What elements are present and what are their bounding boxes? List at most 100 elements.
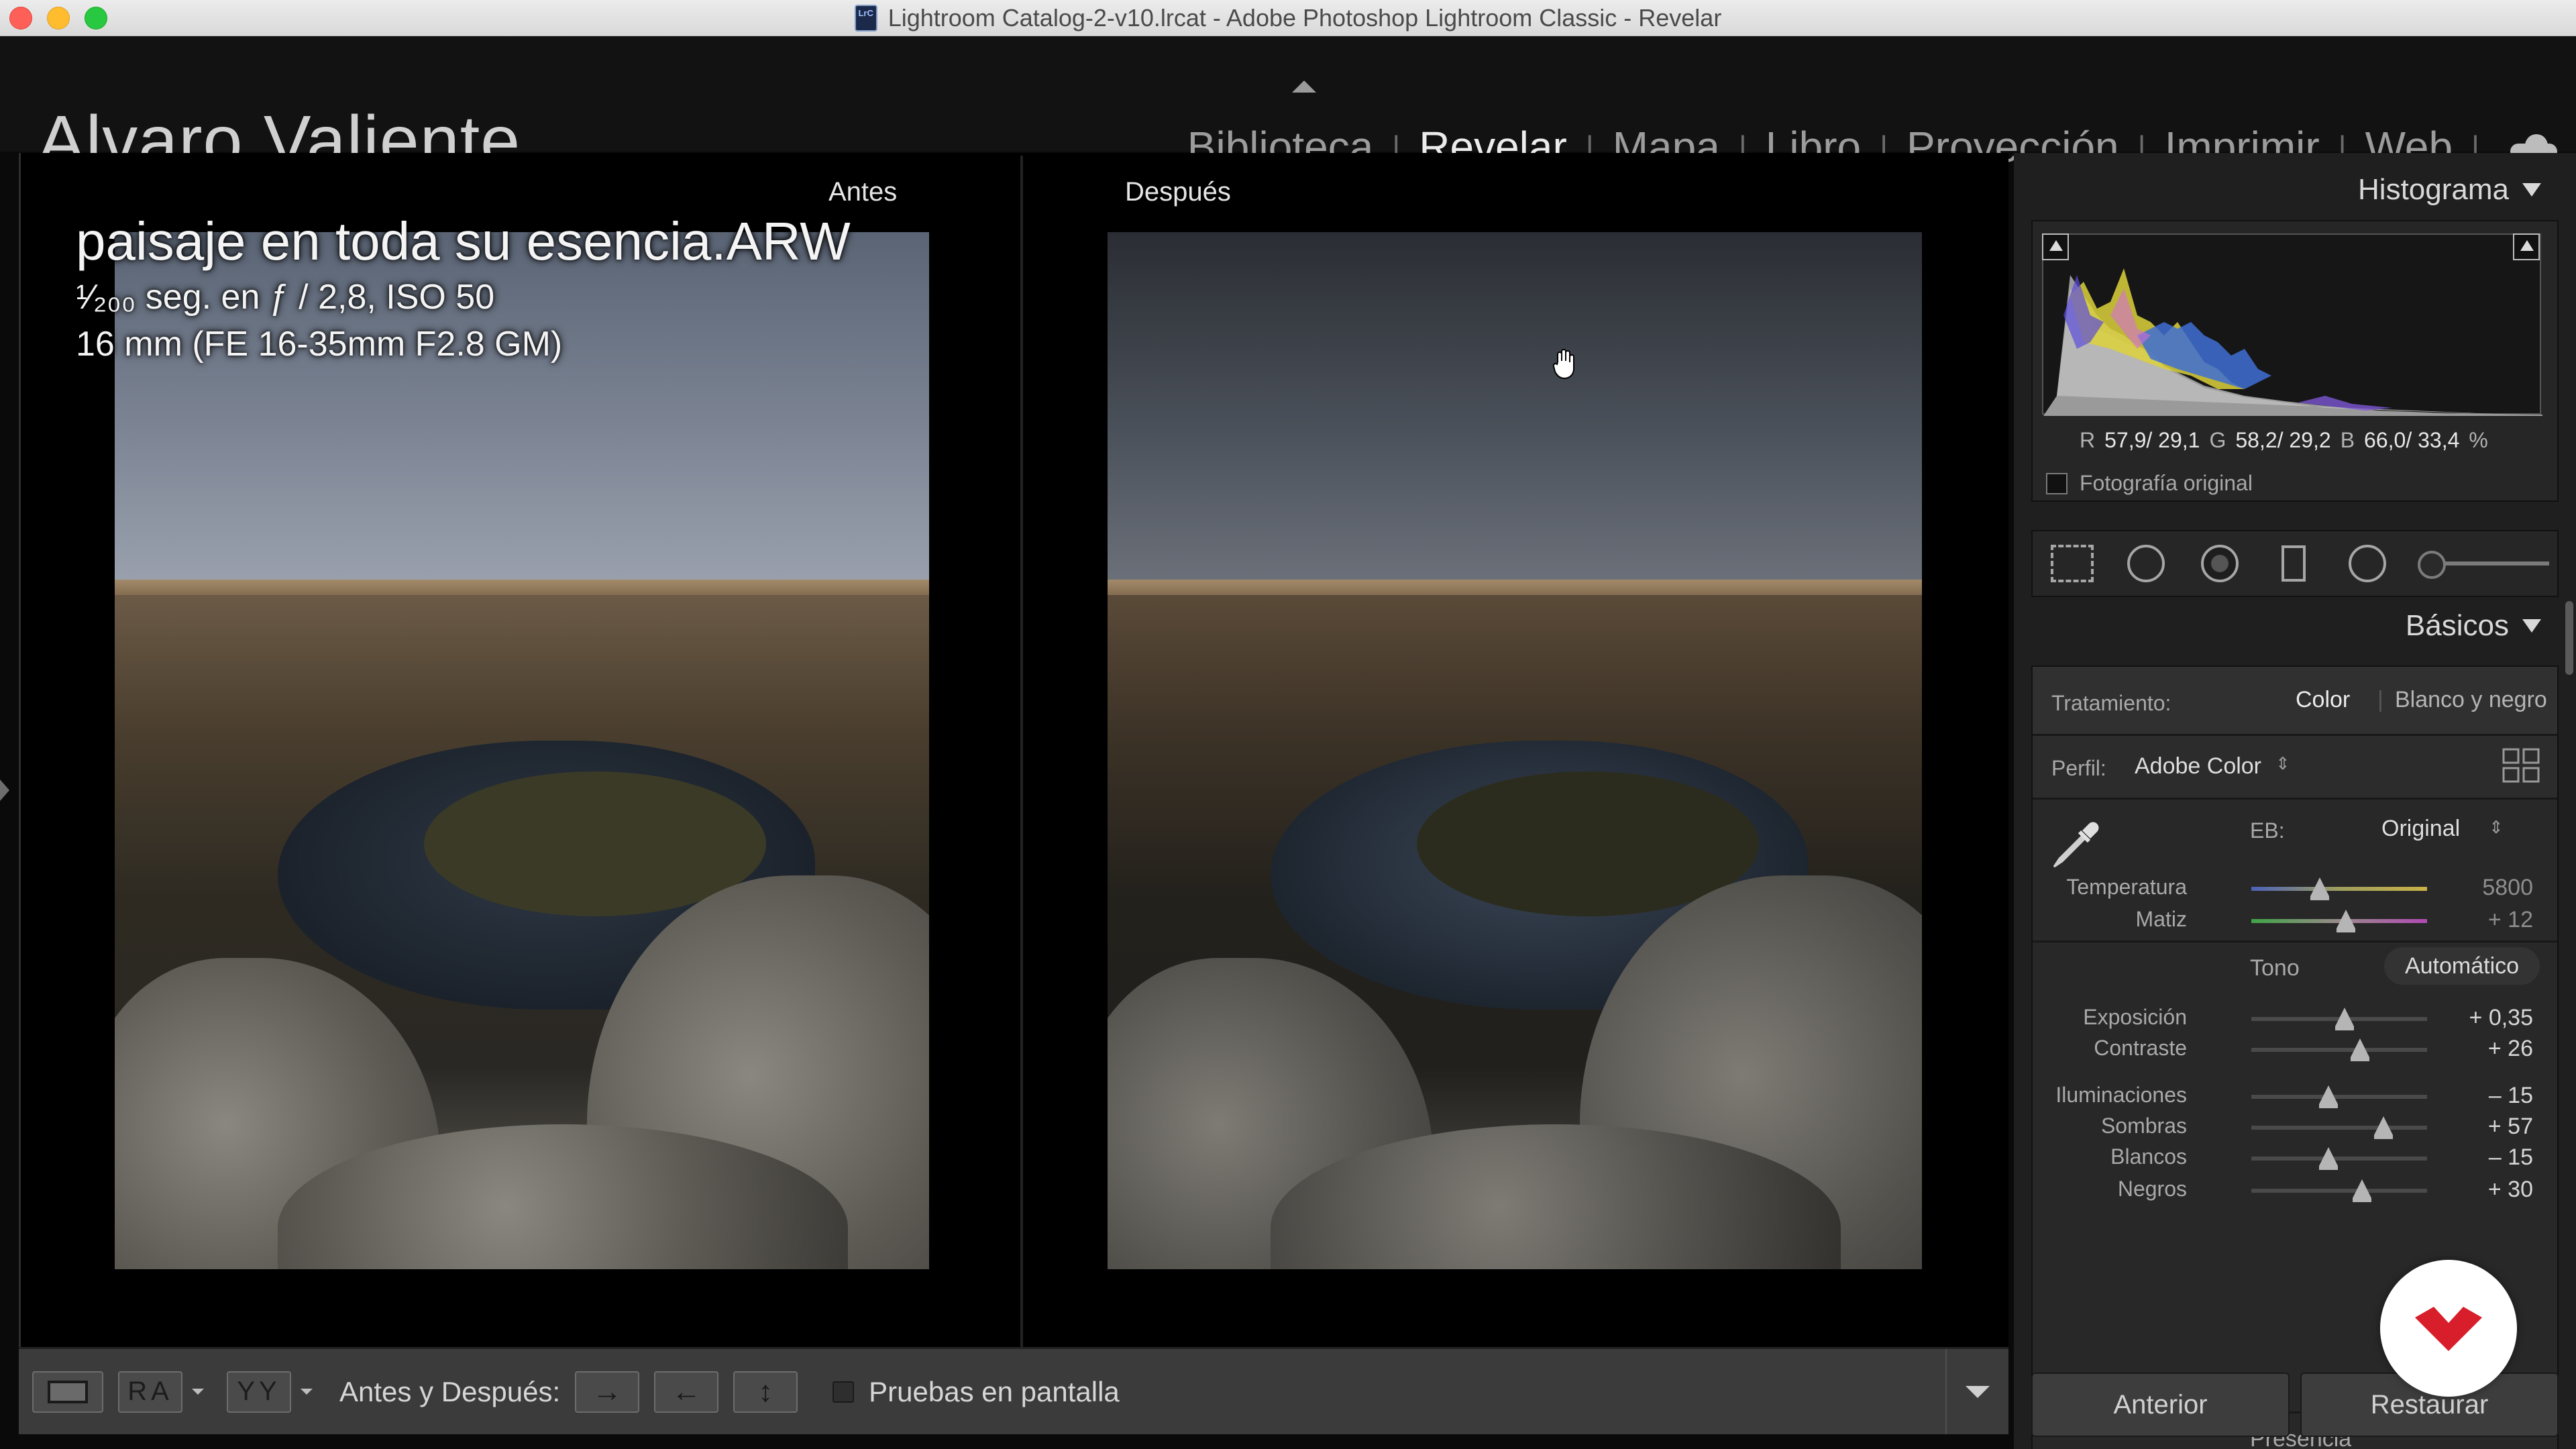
loupe-view-icon bbox=[48, 1380, 88, 1403]
before-photo[interactable] bbox=[115, 232, 929, 1269]
percent-unit: % bbox=[2469, 428, 2488, 452]
zoom-window-button[interactable] bbox=[85, 7, 107, 30]
slider-row-negros: Negros + 30 bbox=[2033, 1171, 2557, 1206]
after-photo[interactable] bbox=[1108, 232, 1922, 1269]
slider-label: Temperatura bbox=[2066, 875, 2187, 899]
basic-header[interactable]: Básicos bbox=[2406, 609, 2541, 643]
rgb-readout: R 57,9/ 29,1 G 58,2/ 29,2 B 66,0/ 33,4 % bbox=[2080, 428, 2488, 453]
panel-scrollbar[interactable] bbox=[2565, 601, 2573, 675]
soft-proof-label: Pruebas en pantalla bbox=[869, 1375, 1120, 1407]
slider-track[interactable] bbox=[2251, 1038, 2427, 1061]
slider-label: Contraste bbox=[2094, 1036, 2187, 1060]
slider-track[interactable] bbox=[2251, 910, 2427, 932]
b-label: B bbox=[2340, 428, 2355, 452]
slider-row-blancos: Blancos – 15 bbox=[2033, 1139, 2557, 1174]
copy-before-to-after-button[interactable]: → bbox=[575, 1371, 640, 1413]
slider-track[interactable] bbox=[2251, 1179, 2427, 1202]
hand-cursor-icon bbox=[1552, 349, 1574, 380]
before-after-mode-dropdown-icon[interactable] bbox=[192, 1389, 204, 1395]
before-after-split-dropdown-icon[interactable] bbox=[301, 1389, 313, 1395]
develop-toolbar: RA YY Antes y Después: → ← ↕ Pruebas en … bbox=[19, 1347, 2008, 1434]
slider-thumb[interactable] bbox=[2334, 1008, 2354, 1030]
profile-label: Perfil: bbox=[2051, 756, 2106, 780]
before-after-label: Antes y Después: bbox=[339, 1375, 561, 1407]
chevron-down-icon bbox=[1966, 1385, 1990, 1398]
profile-row: Perfil: Adobe Color ⇕ bbox=[2033, 736, 2557, 798]
white-balance-stepper-icon[interactable]: ⇕ bbox=[2489, 817, 2504, 838]
minimize-window-button[interactable] bbox=[47, 7, 70, 30]
slider-row-temperatura: Temperatura 5800 bbox=[2033, 869, 2557, 904]
red-eye-tool[interactable] bbox=[2196, 540, 2243, 587]
right-panel: Histograma R 57,9/ 29,1 G 58,2/ 29,2 B 6… bbox=[2014, 153, 2576, 1449]
slider-value[interactable]: – 15 bbox=[2489, 1083, 2533, 1109]
slider-label: Blancos bbox=[2110, 1144, 2187, 1169]
slider-value[interactable]: + 57 bbox=[2488, 1114, 2533, 1140]
histogram-curve bbox=[2043, 268, 2542, 416]
window-title-group: LrC Lightroom Catalog-2-v10.lrcat - Adob… bbox=[854, 3, 1722, 32]
loupe-view-button[interactable] bbox=[32, 1371, 103, 1413]
slider-thumb[interactable] bbox=[2319, 1085, 2339, 1108]
histogram-panel: R 57,9/ 29,1 G 58,2/ 29,2 B 66,0/ 33,4 %… bbox=[2031, 220, 2559, 502]
treatment-color-option[interactable]: Color bbox=[2296, 687, 2350, 713]
slider-row-sombras: Sombras + 57 bbox=[2033, 1108, 2557, 1143]
before-after-split-button[interactable]: YY bbox=[227, 1371, 291, 1413]
slider-value[interactable]: 5800 bbox=[2482, 875, 2533, 901]
histogram-header[interactable]: Histograma bbox=[2358, 173, 2541, 207]
collapse-triangle-icon bbox=[2522, 183, 2541, 197]
original-photo-checkbox[interactable] bbox=[2046, 472, 2068, 494]
white-balance-select[interactable]: Original bbox=[2381, 816, 2460, 842]
slider-thumb[interactable] bbox=[2353, 1179, 2372, 1202]
shadow-clipping-indicator-icon[interactable] bbox=[2042, 233, 2069, 260]
slider-row-exposición: Exposición + 0,35 bbox=[2033, 1000, 2557, 1034]
module-bar: Alvaro Valiente Biblioteca | Revelar | Map… bbox=[0, 36, 2576, 180]
slider-thumb[interactable] bbox=[2337, 910, 2356, 932]
photo-info-overlay: paisaje en toda su esencia.ARW ¹⁄₂₀₀ seg… bbox=[76, 209, 851, 368]
photo-lens: 16 mm (FE 16-35mm F2.8 GM) bbox=[76, 325, 563, 364]
graduated-filter-icon bbox=[2282, 545, 2306, 582]
graduated-filter-tool[interactable] bbox=[2270, 540, 2317, 587]
slider-track[interactable] bbox=[2251, 1085, 2427, 1108]
slider-value[interactable]: + 0,35 bbox=[2469, 1005, 2533, 1031]
photo-sky bbox=[1108, 232, 1922, 585]
window-title: Lightroom Catalog-2-v10.lrcat - Adobe Ph… bbox=[888, 3, 1722, 32]
photo-filename: paisaje en toda su esencia.ARW bbox=[76, 211, 851, 271]
treatment-bw-option[interactable]: Blanco y negro bbox=[2395, 687, 2547, 713]
expand-left-panel-icon[interactable] bbox=[0, 780, 9, 801]
close-window-button[interactable] bbox=[9, 7, 32, 30]
treatment-label: Tratamiento: bbox=[2051, 691, 2171, 715]
slider-value[interactable]: – 15 bbox=[2489, 1144, 2533, 1171]
slider-track[interactable] bbox=[2251, 877, 2427, 900]
radial-filter-tool[interactable] bbox=[2344, 540, 2391, 587]
collapse-top-panel-icon[interactable] bbox=[1292, 80, 1316, 93]
red-eye-icon bbox=[2201, 545, 2239, 582]
previous-button[interactable]: Anterior bbox=[2031, 1373, 2290, 1437]
slider-value[interactable]: + 26 bbox=[2488, 1036, 2533, 1062]
highlight-clipping-indicator-icon[interactable] bbox=[2513, 233, 2540, 260]
slider-track[interactable] bbox=[2251, 1008, 2427, 1030]
copy-after-to-before-button[interactable]: ← bbox=[654, 1371, 719, 1413]
slider-thumb[interactable] bbox=[2310, 877, 2330, 900]
profile-select[interactable]: Adobe Color bbox=[2135, 753, 2261, 780]
toolbar-content-menu[interactable] bbox=[1945, 1349, 2008, 1434]
slider-value[interactable]: + 30 bbox=[2488, 1177, 2533, 1203]
slider-thumb[interactable] bbox=[2351, 1038, 2370, 1061]
crop-tool[interactable] bbox=[2049, 540, 2096, 587]
slider-thumb[interactable] bbox=[2373, 1116, 2393, 1139]
before-after-mode-button[interactable]: RA bbox=[118, 1371, 182, 1413]
slider-label: Iluminaciones bbox=[2055, 1083, 2187, 1107]
histogram-graph[interactable] bbox=[2042, 233, 2542, 416]
slider-track[interactable] bbox=[2251, 1147, 2427, 1170]
slider-thumb[interactable] bbox=[2319, 1147, 2339, 1170]
original-photo-row[interactable]: Fotografía original bbox=[2046, 471, 2253, 496]
brand-logo-mark-icon bbox=[2415, 1307, 2482, 1351]
profile-browser-grid-icon[interactable] bbox=[2502, 748, 2541, 784]
profile-stepper-icon[interactable]: ⇕ bbox=[2275, 753, 2290, 774]
auto-tone-button[interactable]: Automático bbox=[2384, 947, 2540, 985]
slider-value[interactable]: + 12 bbox=[2488, 907, 2533, 933]
soft-proof-checkbox[interactable] bbox=[833, 1381, 855, 1403]
spot-removal-tool[interactable] bbox=[2123, 540, 2169, 587]
slider-track[interactable] bbox=[2251, 1116, 2427, 1139]
swap-before-after-button[interactable]: ↕ bbox=[733, 1371, 798, 1413]
adjustment-brush-slider[interactable] bbox=[2418, 551, 2549, 579]
tone-label: Tono bbox=[2250, 955, 2300, 981]
